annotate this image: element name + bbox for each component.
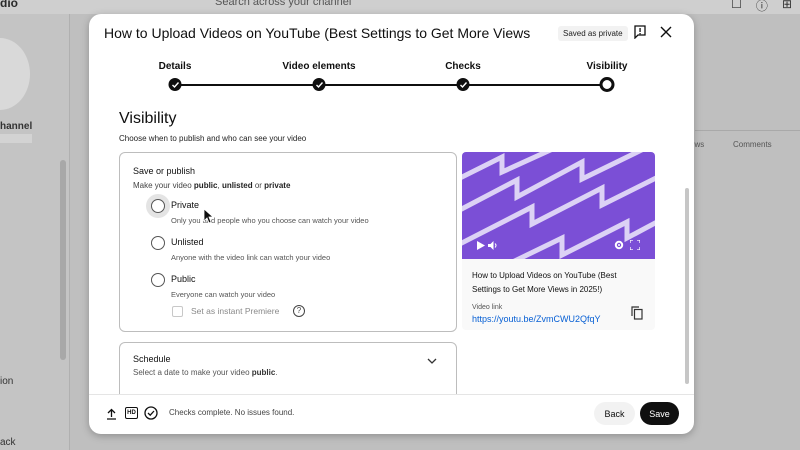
- step-video-elements-label[interactable]: Video elements: [282, 61, 355, 72]
- instant-premiere-checkbox[interactable]: [172, 306, 183, 317]
- step-details-label[interactable]: Details: [159, 61, 192, 72]
- upload-dialog: How to Upload Videos on YouTube (Best Se…: [89, 14, 694, 434]
- visibility-subtitle: Choose when to publish and who can see y…: [119, 134, 307, 143]
- checks-status-text: Checks complete. No issues found.: [169, 408, 295, 417]
- create-icon: ⊞: [781, 0, 792, 11]
- background-sidebar-item: ion: [0, 376, 14, 387]
- radio-unlisted[interactable]: [151, 236, 165, 250]
- background-divider: [695, 130, 800, 131]
- upload-stepper: Details Video elements Checks Visibility: [89, 54, 694, 94]
- step-details-check-icon[interactable]: [168, 78, 182, 91]
- back-button[interactable]: Back: [594, 402, 635, 425]
- video-thumbnail[interactable]: [462, 152, 655, 259]
- step-visibility-current-icon[interactable]: [599, 77, 615, 92]
- help-icon: ⓘ: [755, 0, 768, 13]
- dialog-footer: HD Checks complete. No issues found. Bac…: [89, 394, 694, 434]
- radio-public-label[interactable]: Public: [171, 274, 196, 284]
- background-channel-name: [0, 134, 32, 143]
- check-circle-icon: [144, 406, 158, 420]
- radio-unlisted-desc: Anyone with the video link can watch you…: [171, 253, 331, 262]
- copy-icon[interactable]: [631, 306, 643, 320]
- radio-public-desc: Everyone can watch your video: [171, 290, 276, 299]
- play-icon[interactable]: [477, 241, 485, 250]
- chevron-down-icon[interactable]: [427, 357, 437, 365]
- background-search-input: Search across your channel: [215, 0, 352, 8]
- feedback-icon[interactable]: [633, 25, 647, 39]
- background-scrollbar: [60, 160, 66, 360]
- radio-private[interactable]: [151, 199, 165, 213]
- upload-icon: [107, 408, 116, 420]
- visibility-heading: Visibility: [119, 110, 177, 127]
- background-brand: dio: [0, 0, 18, 10]
- step-visibility-label[interactable]: Visibility: [587, 61, 628, 72]
- save-or-publish-panel: Save or publish Make your video public, …: [119, 152, 457, 332]
- save-button[interactable]: Save: [640, 402, 679, 425]
- help-icon[interactable]: ?: [293, 305, 305, 317]
- instant-premiere-label[interactable]: Set as instant Premiere: [191, 306, 279, 316]
- dialog-scrollbar[interactable]: [685, 188, 689, 384]
- radio-private-desc: Only you and people who you choose can w…: [171, 216, 369, 225]
- step-checks-check-icon[interactable]: [456, 78, 470, 91]
- step-video-elements-check-icon[interactable]: [312, 78, 326, 91]
- dialog-title: How to Upload Videos on YouTube (Best Se…: [104, 25, 534, 41]
- gear-icon[interactable]: [614, 240, 624, 250]
- video-preview-card: How to Upload Videos on YouTube (Best Se…: [462, 152, 655, 330]
- dialog-header: How to Upload Videos on YouTube (Best Se…: [89, 14, 694, 54]
- background-topbar: [0, 0, 800, 14]
- step-checks-label[interactable]: Checks: [445, 61, 481, 72]
- volume-icon[interactable]: [488, 240, 499, 251]
- background-column-header: Comments: [733, 140, 772, 149]
- radio-private-label[interactable]: Private: [171, 200, 199, 210]
- save-or-publish-desc: Make your video public, unlisted or priv…: [133, 181, 291, 190]
- schedule-panel[interactable]: Schedule Select a date to make your vide…: [119, 342, 457, 394]
- mouse-cursor-icon: [203, 208, 214, 224]
- schedule-desc: Select a date to make your video public.: [133, 368, 278, 377]
- schedule-title: Schedule: [133, 354, 171, 364]
- saved-status-badge: Saved as private: [558, 26, 628, 41]
- dialog-body: Visibility Choose when to publish and wh…: [89, 94, 694, 394]
- video-link-caption: Video link: [472, 304, 503, 311]
- save-or-publish-title: Save or publish: [133, 166, 196, 176]
- preview-video-title: How to Upload Videos on YouTube (Best Se…: [472, 271, 617, 294]
- background-top-icons: ☐ ⓘ ⊞: [731, 0, 792, 14]
- fullscreen-icon[interactable]: [630, 240, 640, 250]
- radio-unlisted-label[interactable]: Unlisted: [171, 237, 204, 247]
- close-icon[interactable]: [659, 25, 673, 39]
- comment-icon: ☐: [731, 0, 742, 11]
- radio-public[interactable]: [151, 273, 165, 287]
- background-channel-label: hannel: [0, 121, 33, 132]
- hd-icon: HD: [125, 407, 138, 419]
- background-sidebar-item: ack: [0, 437, 16, 448]
- stepper-line: [175, 84, 608, 86]
- video-link[interactable]: https://youtu.be/ZvmCWU2QfqY: [472, 314, 601, 324]
